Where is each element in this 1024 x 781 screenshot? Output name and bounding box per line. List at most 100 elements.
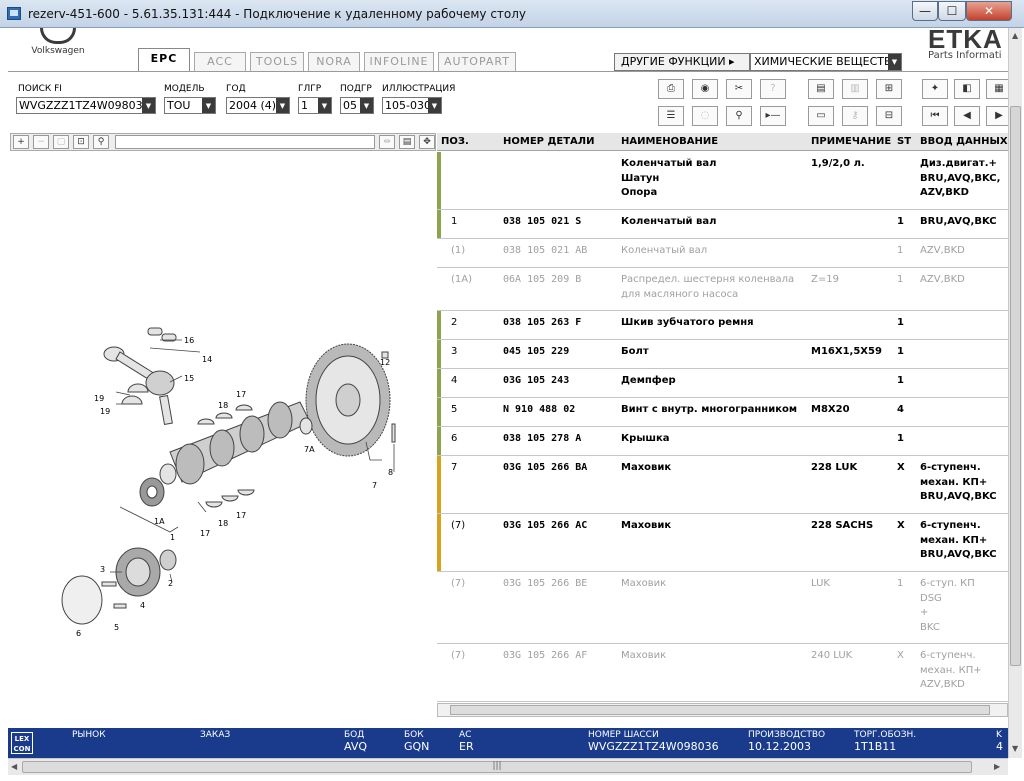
filter-label: ИЛЛЮСТРАЦИЯ xyxy=(382,84,456,94)
zoom-select-icon[interactable]: ⊡ xyxy=(73,135,89,149)
header-pos[interactable]: ПОЗ. xyxy=(441,133,469,151)
header-note[interactable]: ПРИМЕЧАНИЕ xyxy=(811,133,891,151)
row-indicator xyxy=(437,514,441,571)
parts-illustration[interactable]: 16 14 15 19 19 18 17 12 7A 8 7 1A 1 17 1… xyxy=(10,152,436,726)
tab-epc[interactable]: EPC xyxy=(138,48,190,72)
table-row[interactable]: (7) 03G 105 266 AC Маховик 228 SACHS X 6-ступ… xyxy=(437,514,1008,572)
status-label: БОК xyxy=(404,730,424,740)
page-icon[interactable]: ▦ xyxy=(986,79,1008,99)
header-name[interactable]: НАИМЕНОВАНИЕ xyxy=(621,133,718,151)
status-value: GQN xyxy=(404,740,430,753)
tab-nora[interactable]: NORA xyxy=(308,52,360,71)
dealer-icon[interactable]: ▥ xyxy=(842,79,868,99)
illustration-select[interactable]: 105-030 ▼ xyxy=(382,97,442,114)
cell-part-number: 03G 105 266 AC xyxy=(503,520,588,531)
table-row[interactable]: (1A) 06A 105 209 B Распредел. шестерня кол… xyxy=(437,268,1008,311)
crankshaft-part xyxy=(159,401,311,485)
chevron-down-icon: ▼ xyxy=(318,98,331,113)
cell-name: Маховик xyxy=(621,650,667,661)
cell-name: Коленчатый вал xyxy=(621,245,708,256)
scroll-down-icon[interactable]: ▼ xyxy=(1012,744,1018,753)
scroll-thumb[interactable] xyxy=(450,705,990,715)
print-icon[interactable]: ⎙ xyxy=(658,79,684,99)
prev-page-icon[interactable]: ◀ xyxy=(954,106,980,126)
subgroup-select[interactable]: 05 ▼ xyxy=(340,97,374,114)
elsa-icon[interactable]: ▤ xyxy=(808,79,834,99)
cell-input: 6-ступенч. механ. КП+ BRU,AVQ,BKC xyxy=(920,520,997,560)
parts-icon[interactable]: ▭ xyxy=(808,106,834,126)
status-value: WVGZZZ1TZ4W098036 xyxy=(588,740,719,753)
horizontal-scrollbar[interactable]: ◀ ||| ▶ xyxy=(8,758,1008,775)
callout-label: 18 xyxy=(218,519,228,528)
table-row[interactable]: 1 038 105 021 S Коленчатый вал 1 BRU,AVQ,BKC xyxy=(437,210,1008,239)
scroll-right-icon[interactable]: ▶ xyxy=(994,762,1000,771)
maximize-button[interactable]: ☐ xyxy=(938,1,966,21)
magnifier-icon[interactable]: ⚲ xyxy=(93,135,109,149)
tab-infoline[interactable]: INFOLINE xyxy=(364,52,434,71)
header-input[interactable]: ВВОД ДАННЫХ xyxy=(920,133,1008,151)
layout-icon[interactable]: ▤ xyxy=(399,135,415,149)
split-icon[interactable]: ⇹ xyxy=(379,135,395,149)
model-select[interactable]: TOU ▼ xyxy=(164,97,216,114)
table-row[interactable]: 7 03G 105 266 BA Маховик 228 LUK X 6-ступенч.… xyxy=(437,456,1008,514)
functions-select[interactable]: ХИМИЧЕСКИЕ ВЕЩЕСТВ ▼ xyxy=(750,53,902,71)
close-button[interactable]: ✕ xyxy=(966,1,1012,21)
scroll-thumb[interactable]: ||| xyxy=(22,761,972,773)
tools-icon[interactable]: ✂ xyxy=(726,79,752,99)
zoom-in-icon[interactable]: + xyxy=(13,135,29,149)
next-page-icon[interactable]: ▶ xyxy=(986,106,1008,126)
header-part-number[interactable]: НОМЕР ДЕТАЛИ xyxy=(503,133,594,151)
year-select[interactable]: 2004 (4) ▼ xyxy=(226,97,290,114)
table-row[interactable]: 4 03G 105 243 Демпфер 1 xyxy=(437,369,1008,398)
pulley-damper-part xyxy=(61,547,177,625)
bike-icon[interactable]: ⚲ xyxy=(726,106,752,126)
table-row[interactable]: 2 038 105 263 F Шкив зубчатого ремня 1 xyxy=(437,311,1008,340)
first-page-icon[interactable]: ⏮ xyxy=(922,106,948,126)
row-indicator xyxy=(437,369,441,397)
table-row[interactable]: (7) 03G 105 266 AF Маховик 240 LUK X 6-ступен… xyxy=(437,644,1008,702)
cd-icon[interactable]: ◉ xyxy=(692,79,718,99)
table-row[interactable]: 5 N 910 488 02 Винт с внутр. многограннико… xyxy=(437,398,1008,427)
callout-label: 7A xyxy=(304,445,315,454)
main-group-select[interactable]: 1 ▼ xyxy=(298,97,332,114)
search-fi-select[interactable]: WVGZZZ1TZ4W09803 ▼ xyxy=(16,97,156,114)
vertical-scrollbar[interactable]: ▲ ▼ xyxy=(1008,28,1022,758)
table-row[interactable]: 3 045 105 229 Болт M16X1,5X59 1 xyxy=(437,340,1008,369)
tab-acc[interactable]: ACC xyxy=(194,52,246,71)
book-icon[interactable]: ◧ xyxy=(954,79,980,99)
minimize-button[interactable]: — xyxy=(912,1,938,21)
list-icon[interactable]: ☰ xyxy=(658,106,684,126)
table-row[interactable]: Коленчатый вал Шатун Опора 1,9/2,0 л. Диз.… xyxy=(437,152,1008,210)
zoom-out-icon[interactable]: − xyxy=(33,135,49,149)
cell-input: Диз.двигат.+ BRU,AVQ,BKC, AZV,BKD xyxy=(920,158,1001,198)
row-indicator xyxy=(437,398,441,426)
cell-pos: (7) xyxy=(451,520,466,531)
table-row[interactable]: (1) 038 105 021 AB Коленчатый вал 1 AZV,BKD xyxy=(437,239,1008,268)
scroll-up-icon[interactable]: ▲ xyxy=(1012,31,1018,40)
zoom-fit-icon[interactable]: ▢ xyxy=(53,135,69,149)
key-icon[interactable]: ⚷ xyxy=(842,106,868,126)
cart-icon[interactable]: ⊞ xyxy=(876,79,902,99)
cell-part-number: 045 105 229 xyxy=(503,346,570,357)
scroll-thumb[interactable] xyxy=(1010,106,1021,666)
filter-value: 105-030 xyxy=(385,99,431,112)
header-st[interactable]: ST xyxy=(897,133,911,151)
cell-name: Коленчатый вал Шатун Опора xyxy=(621,158,717,198)
search-icon[interactable]: ◌ xyxy=(692,106,718,126)
tab-tools[interactable]: TOOLS xyxy=(250,52,304,71)
play-icon[interactable]: ▸— xyxy=(760,106,786,126)
tab-autopart[interactable]: AUTOPART xyxy=(438,52,516,71)
other-functions-button[interactable]: ДРУГИЕ ФУНКЦИИ ▸ xyxy=(614,53,750,71)
cell-pos: (1) xyxy=(451,245,466,256)
table-row[interactable]: (7) 03G 105 266 BE Маховик LUK 1 6-ступ. КП … xyxy=(437,572,1008,644)
cell-st: 1 xyxy=(897,245,904,256)
cart-add-icon[interactable]: ⊟ xyxy=(876,106,902,126)
table-row[interactable]: 6 038 105 278 A Крышка 1 xyxy=(437,427,1008,456)
row-indicator xyxy=(437,239,441,267)
move-icon[interactable]: ✥ xyxy=(419,135,435,149)
help-icon[interactable]: ? xyxy=(760,79,786,99)
table-hscrollbar[interactable] xyxy=(437,703,1008,717)
zoom-field[interactable] xyxy=(115,135,375,149)
pin-icon[interactable]: ✦ xyxy=(922,79,948,99)
scroll-left-icon[interactable]: ◀ xyxy=(11,762,17,771)
